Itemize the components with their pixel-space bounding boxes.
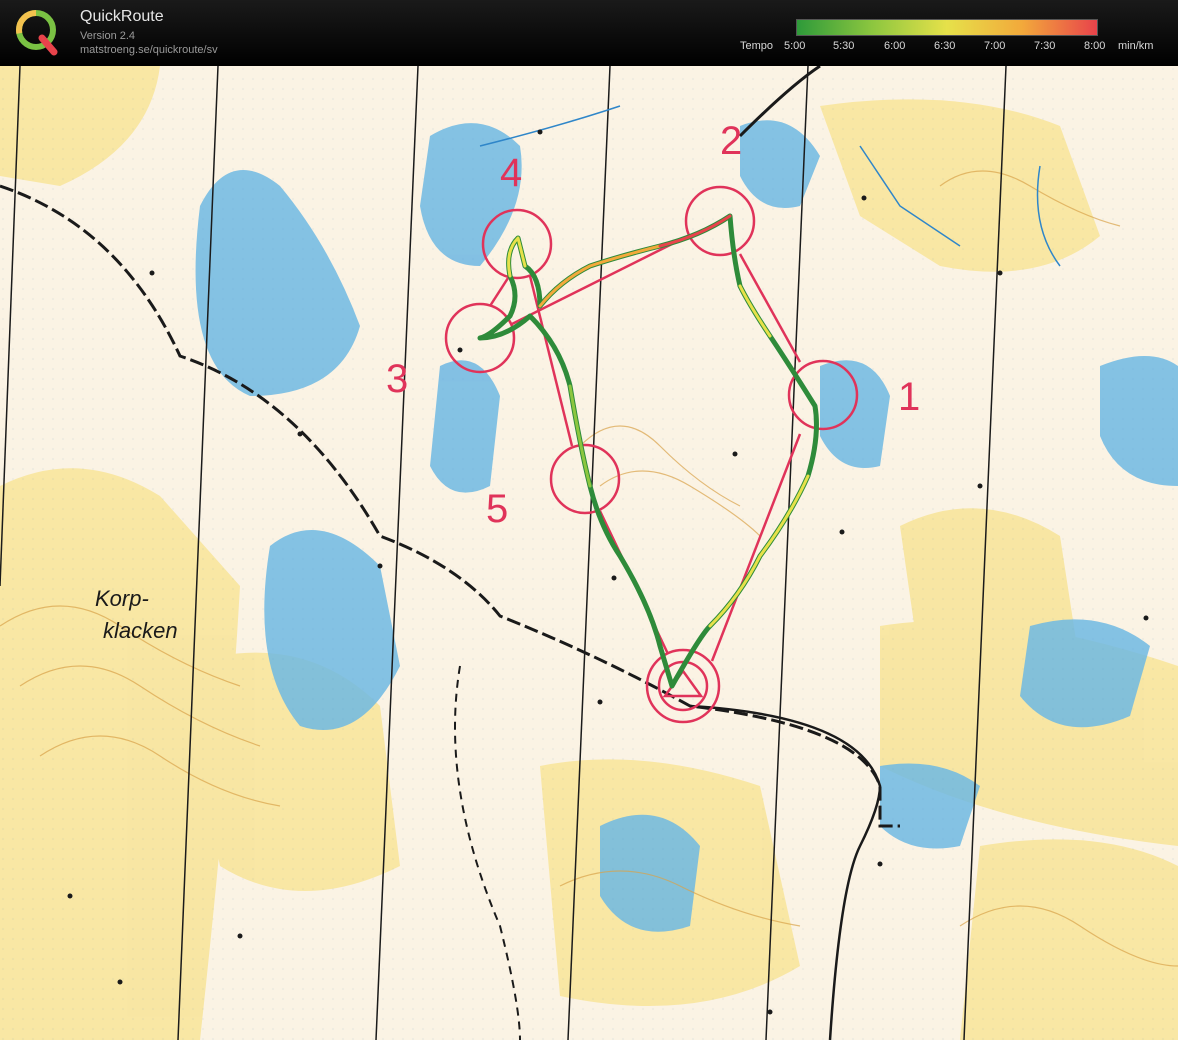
app-url: matstroeng.se/quickroute/sv [80, 44, 218, 56]
control-number-2: 2 [720, 119, 742, 163]
quickroute-logo-icon [16, 10, 58, 56]
app-title: QuickRoute [80, 8, 164, 25]
app-header: QuickRoute Version 2.4 matstroeng.se/qui… [0, 0, 1178, 66]
control-number-4: 4 [500, 151, 522, 195]
control-number-1: 1 [898, 375, 920, 419]
app-version: Version 2.4 [80, 30, 136, 42]
place-name-line2: klacken [103, 618, 178, 643]
tempo-label: Tempo [740, 40, 774, 52]
control-number-3: 3 [386, 357, 408, 401]
tempo-tick: 8:00 [1084, 40, 1106, 52]
tempo-color-scale [796, 19, 1098, 36]
tempo-tick: 7:00 [984, 40, 1006, 52]
tempo-tick: 7:30 [1034, 40, 1056, 52]
tempo-tick: 6:30 [934, 40, 956, 52]
control-number-5: 5 [486, 487, 508, 531]
place-name-line1: Korp- [95, 586, 149, 611]
tempo-tick: 5:00 [784, 40, 806, 52]
tempo-tick: 6:00 [884, 40, 906, 52]
tempo-tick: 5:30 [833, 40, 855, 52]
tempo-legend: Tempo 5:00 5:30 6:00 6:30 7:00 7:30 8:00… [740, 40, 1170, 54]
tempo-unit: min/km [1118, 40, 1154, 52]
orienteering-map[interactable]: 1 2 3 4 5 Korp- klacken [0, 66, 1178, 1040]
